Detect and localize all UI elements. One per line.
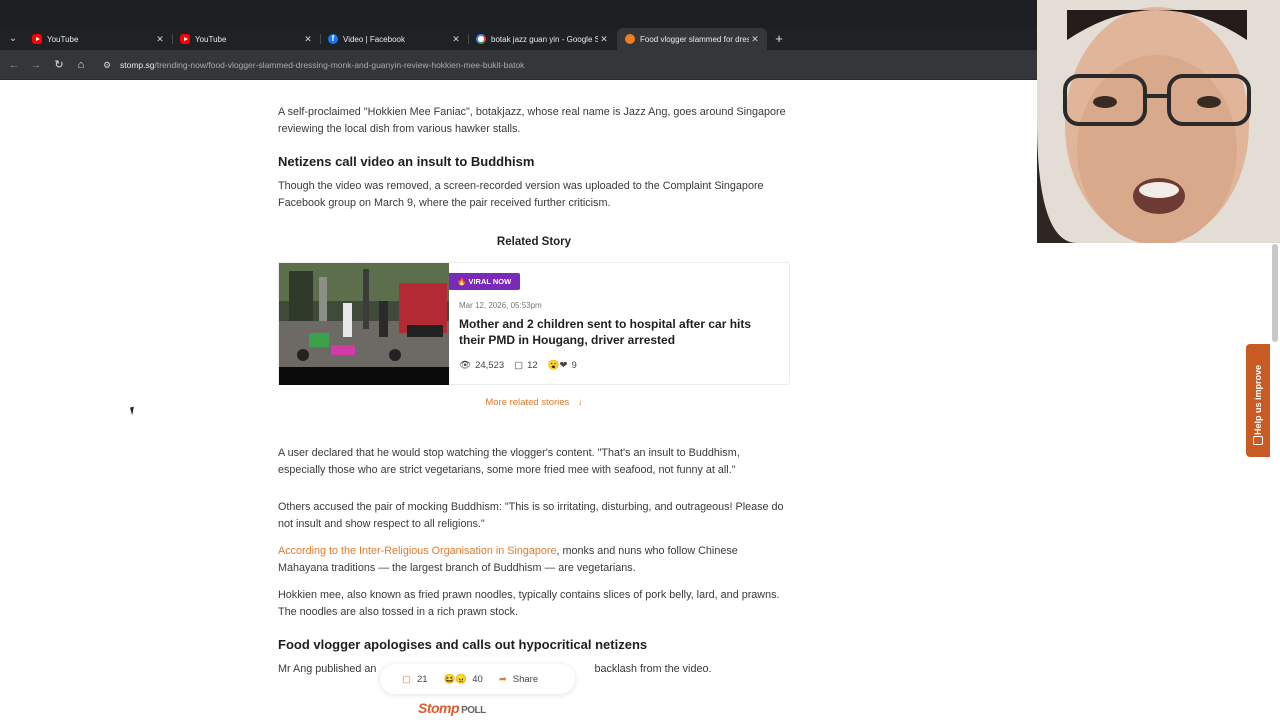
share-button[interactable]: Share [513,674,538,685]
tab-title: YouTube [47,34,79,44]
reaction-count[interactable]: 40 [472,674,483,685]
stomp-poll-logo: Stomp POLL [418,700,486,716]
article-paragraph: According to the Inter-Religious Organis… [278,543,790,577]
viral-now-badge: 🔥 VIRAL NOW [449,273,521,290]
tab-title: YouTube [195,34,227,44]
forward-arrow-icon[interactable]: → [28,57,44,73]
close-icon[interactable]: ✕ [154,34,166,45]
comment-icon[interactable]: ▢ [402,674,411,685]
comment-count: 12 [527,360,538,371]
close-icon[interactable]: ✕ [598,34,610,45]
tab-google-search[interactable]: botak jazz guan yin - Google Se ✕ [468,28,616,50]
feedback-icon [1253,436,1263,445]
share-icon[interactable]: ➦ [499,674,507,685]
help-us-improve-tab[interactable]: Help us improve [1246,344,1270,457]
new-tab-button[interactable]: + [771,30,787,48]
google-icon [476,34,486,44]
tab-stomp-article[interactable]: Food vlogger slammed for dres ✕ [617,28,767,50]
article-paragraph: A self-proclaimed "Hokkien Mee Faniac", … [278,106,786,135]
related-story-date: Mar 12, 2026, 05:53pm [459,301,542,310]
tab-youtube-2[interactable]: YouTube ✕ [172,28,320,50]
reaction-emoji-icon: 😮❤ [547,360,568,371]
youtube-icon [180,34,190,44]
article-paragraph: A user declared that he would stop watch… [278,447,740,476]
down-arrow-icon: ↓ [577,397,583,408]
webcam-overlay [1037,0,1280,243]
tab-title: Food vlogger slammed for dres [640,34,749,44]
article-paragraph: Though the video was removed, a screen-r… [278,180,764,209]
reaction-emoji-icon[interactable]: 😆😠 [444,674,468,685]
tab-search-icon[interactable]: ⌄ [5,32,21,46]
paragraph-text: Mr Ang published an [278,663,377,675]
tab-youtube-1[interactable]: YouTube ✕ [24,28,172,50]
close-icon[interactable]: ✕ [450,34,462,45]
view-count: 24,523 [475,360,505,371]
fire-icon: 🔥 [457,277,467,286]
home-icon[interactable]: ⌂ [73,57,89,73]
presenter-face-image [1037,0,1280,243]
street-photo-image [279,263,449,385]
reaction-count: 9 [571,360,577,371]
url-text: stomp.sg/trending-now/food-vlogger-slamm… [120,55,524,75]
related-story-stats: 👁 24,523 ▢ 12 😮❤ 9 [459,360,581,371]
stomp-logo-text: Stomp [418,700,460,716]
related-story-thumbnail[interactable] [279,263,449,385]
feedback-label: Help us improve [1253,364,1263,436]
more-related-stories-link[interactable]: More related stories ↓ [278,397,790,408]
section-heading: Netizens call video an insult to Buddhis… [278,154,535,169]
eye-icon: 👁 [459,360,472,371]
sticky-engagement-bar: ▢ 21 😆😠 40 ➦ Share [380,664,575,694]
back-arrow-icon[interactable]: ← [6,57,22,73]
badge-label: VIRAL NOW [468,277,512,286]
article-paragraph: Hokkien mee, also known as fried prawn n… [278,589,780,618]
reload-icon[interactable]: ↻ [51,57,67,73]
close-icon[interactable]: ✕ [749,34,761,45]
related-story-card[interactable]: 🔥 VIRAL NOW Mar 12, 2026, 05:53pm Mother… [278,262,790,385]
close-icon[interactable]: ✕ [302,34,314,45]
comment-count[interactable]: 21 [417,674,428,685]
address-bar[interactable]: ⚙ stomp.sg/trending-now/food-vlogger-sla… [96,55,1036,75]
section-heading: Food vlogger apologises and calls out hy… [278,637,648,652]
page-scrollbar[interactable] [1272,244,1278,342]
more-related-label: More related stories [485,397,570,408]
related-story-title: Related Story [496,236,572,248]
url-path: /trending-now/food-vlogger-slammed-dress… [154,60,525,70]
tab-title: botak jazz guan yin - Google Se [491,34,598,44]
inter-religious-link[interactable]: According to the Inter-Religious Organis… [278,545,556,557]
mouse-cursor [130,406,136,416]
paragraph-text: backlash from the video. [594,663,712,675]
comment-icon: ▢ [514,360,524,371]
facebook-icon: f [328,34,338,44]
tab-title: Video | Facebook [343,34,405,44]
related-story-headline[interactable]: Mother and 2 children sent to hospital a… [459,317,779,348]
site-info-icon[interactable]: ⚙ [103,55,111,75]
poll-label: POLL [461,705,486,716]
article-paragraph: Others accused the pair of mocking Buddh… [278,501,784,530]
stomp-icon [625,34,635,44]
youtube-icon [32,34,42,44]
url-host: stomp.sg [120,60,155,70]
tab-facebook[interactable]: f Video | Facebook ✕ [320,28,468,50]
